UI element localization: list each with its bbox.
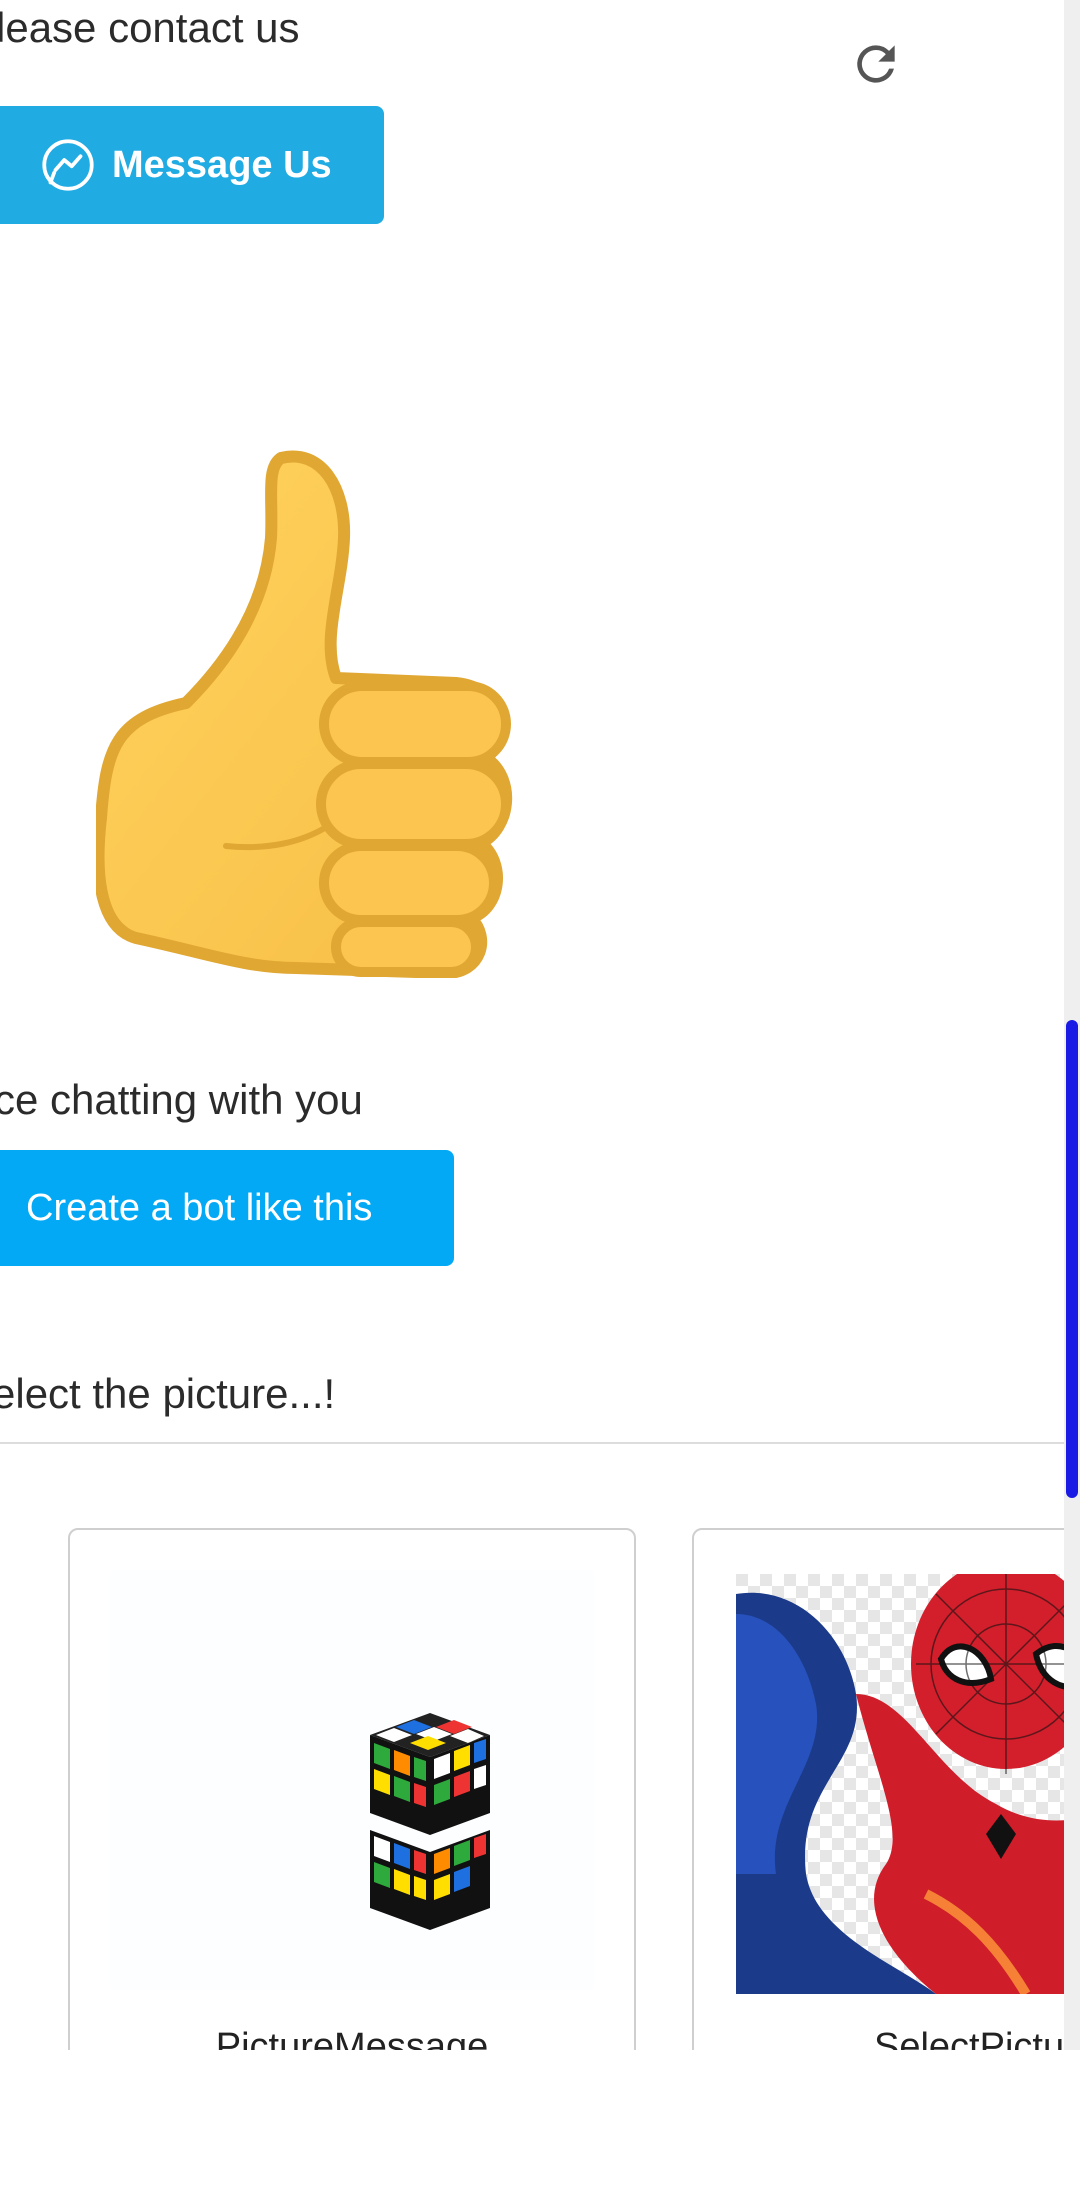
select-picture-prompt: elect the picture...! [0, 1370, 336, 1417]
scrollbar-track[interactable] [1064, 0, 1080, 2050]
contact-message: lease contact us [0, 4, 300, 51]
chat-viewport: lease contact us Message Us ce chatting … [0, 0, 1064, 2050]
message-us-label: Message Us [112, 143, 332, 186]
carousel-card[interactable]: PictureMessage [68, 1528, 636, 2050]
messenger-icon [42, 139, 94, 191]
spider-man-image [736, 1559, 1064, 1997]
create-bot-button[interactable]: Create a bot like this [0, 1150, 454, 1266]
carousel-card[interactable]: SelectPictu [692, 1528, 1064, 2050]
chat-message: ce chatting with you [0, 1076, 363, 1123]
message-us-button[interactable]: Message Us [0, 106, 384, 224]
refresh-icon[interactable] [848, 36, 904, 92]
card-caption: SelectPictu [874, 2026, 1064, 2050]
thumbs-up-icon [96, 450, 513, 978]
rubiks-cube-image [110, 1570, 594, 1990]
divider [0, 1442, 1064, 1444]
scrollbar-thumb[interactable] [1066, 1020, 1078, 1498]
card-caption: PictureMessage [215, 2026, 489, 2050]
bottom-area [0, 2050, 1080, 2208]
create-bot-label: Create a bot like this [26, 1186, 373, 1229]
